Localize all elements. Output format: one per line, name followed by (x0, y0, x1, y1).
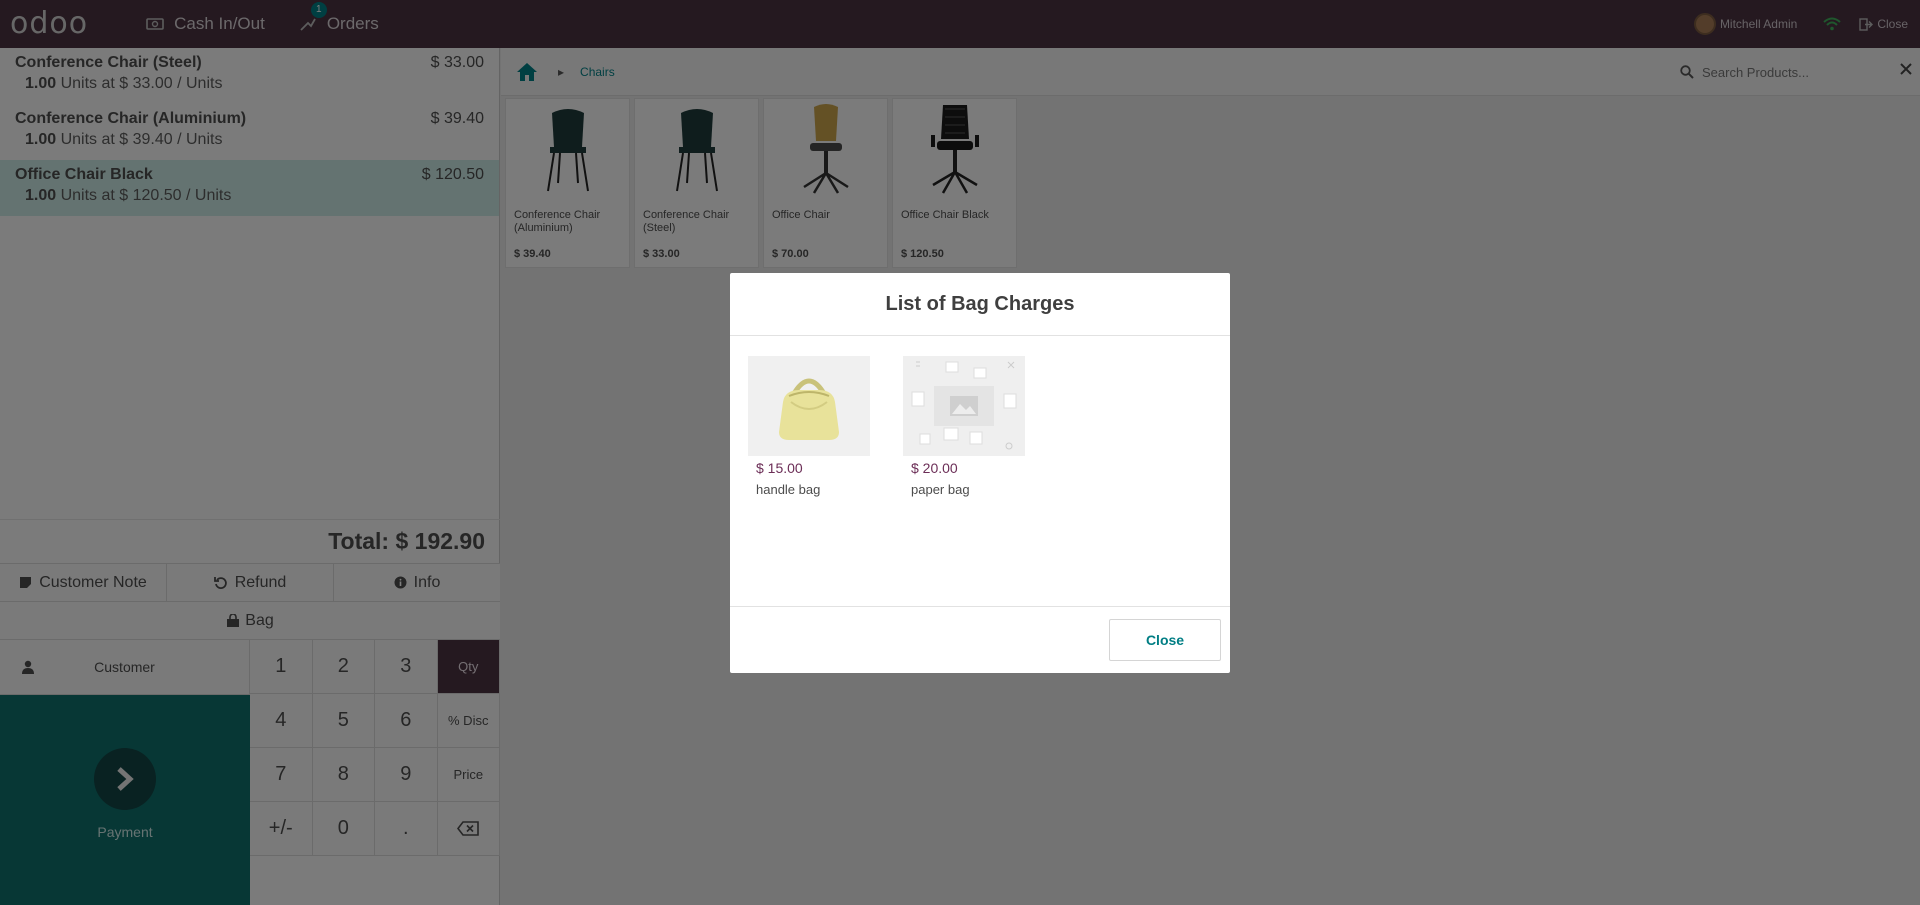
bag-image (748, 356, 870, 456)
bag-name: handle bag (756, 482, 821, 497)
bag-price: $ 20.00 (911, 460, 958, 476)
bag-list: $ 15.00 handle bag $ 20.00 paper bag (730, 336, 1230, 606)
bag-item-handle-bag[interactable]: $ 15.00 handle bag (748, 356, 870, 586)
image-placeholder-icon (911, 361, 1017, 450)
handle-bag-image (779, 378, 839, 440)
bag-price: $ 15.00 (756, 460, 803, 476)
dialog-title: List of Bag Charges (730, 273, 1230, 336)
bag-charges-dialog: List of Bag Charges $ 15.00 handle bag $… (730, 273, 1230, 673)
close-button[interactable]: Close (1109, 619, 1221, 661)
bag-name: paper bag (911, 482, 970, 497)
bag-image (903, 356, 1025, 456)
dialog-footer: Close (730, 606, 1230, 672)
bag-item-paper-bag[interactable]: $ 20.00 paper bag (903, 356, 1025, 586)
